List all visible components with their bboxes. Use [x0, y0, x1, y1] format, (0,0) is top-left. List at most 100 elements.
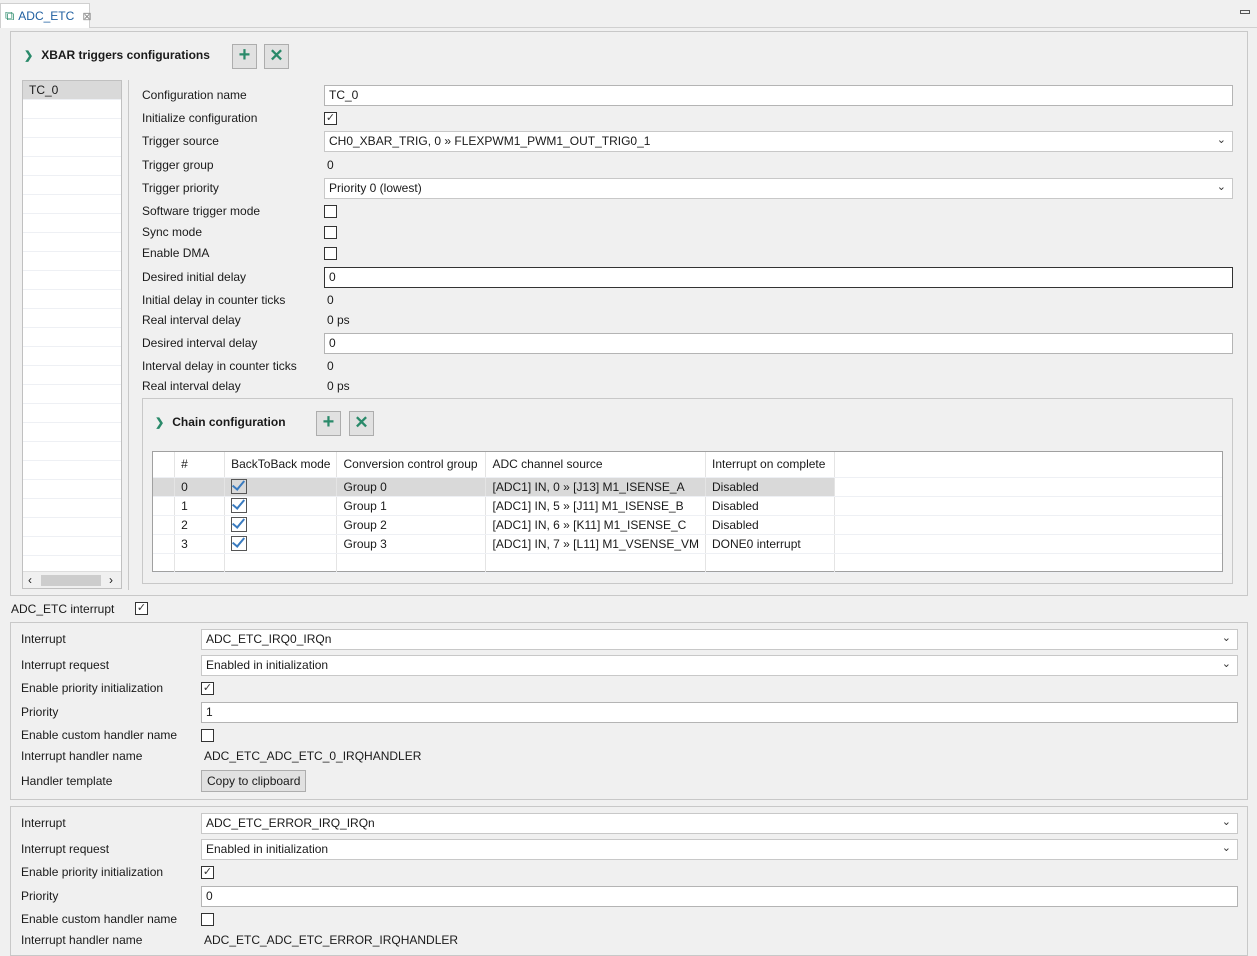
enable-custom-handler-name-checkbox[interactable]	[201, 913, 214, 926]
chevron-down-icon[interactable]: ⌄	[1217, 180, 1226, 195]
source-cell[interactable]: [ADC1] IN, 7 » [L11] M1_VSENSE_VM	[485, 534, 707, 554]
backtoback-checkbox[interactable]	[231, 479, 248, 494]
remove-chain-button[interactable]: ✕	[349, 411, 374, 436]
interrupt-handler-name-value: ADC_ETC_ADC_ETC_0_IRQHANDLER	[204, 749, 422, 763]
interrupt-request-select[interactable]: Enabled in initialization ⌄	[201, 655, 1238, 676]
empty-cell	[153, 553, 176, 573]
backtoback-checkbox[interactable]	[231, 498, 248, 513]
software-trigger-mode-label: Software trigger mode	[142, 204, 261, 218]
interrupt-cell[interactable]: Disabled	[705, 477, 836, 497]
add-trigger-button[interactable]: +	[232, 44, 257, 69]
real-interval-delay-label: Real interval delay	[142, 313, 241, 327]
enable-dma-label: Enable DMA	[142, 246, 210, 260]
column-header[interactable]: Interrupt on complete	[705, 452, 836, 478]
group-cell[interactable]: Group 2	[336, 515, 487, 535]
backtoback-cell[interactable]	[224, 515, 338, 535]
desired-interval-delay-input[interactable]: 0	[324, 333, 1233, 354]
interrupt-request-select[interactable]: Enabled in initialization ⌄	[201, 839, 1238, 860]
initial-delay-in-counter-ticks-value: 0	[327, 293, 334, 307]
group-cell[interactable]: Group 1	[336, 496, 487, 516]
real-interval-delay-value: 0 ps	[327, 313, 350, 327]
chevron-down-icon[interactable]: ⌄	[1222, 657, 1231, 672]
adc-etc-interrupt-checkbox[interactable]: ✓	[135, 602, 148, 615]
trigger-list-item[interactable]: TC_0	[23, 81, 121, 99]
group-cell[interactable]: Group 0	[336, 477, 487, 497]
backtoback-cell[interactable]	[224, 477, 338, 497]
configuration-name-label: Configuration name	[142, 88, 247, 102]
desired-initial-delay-label: Desired initial delay	[142, 270, 247, 284]
chain-table-row[interactable]: 3 Group 3 [ADC1] IN, 7 » [L11] M1_VSENSE_V…	[153, 534, 1222, 554]
xbar-section-title: XBAR triggers configurations	[41, 48, 210, 62]
scroll-left-icon[interactable]: ‹	[28, 573, 32, 587]
chain-table-row[interactable]: 2 Group 2 [ADC1] IN, 6 » [K11] M1_ISENSE_C…	[153, 515, 1222, 535]
tab-title: ADC_ETC	[18, 9, 75, 23]
chevron-down-icon[interactable]: ❯	[155, 416, 164, 429]
group-cell[interactable]: Group 3	[336, 534, 487, 554]
interrupt-cell[interactable]: Disabled	[705, 515, 836, 535]
minimize-icon[interactable]	[1240, 10, 1250, 14]
scroll-right-icon[interactable]: ›	[109, 573, 113, 587]
interrupt-select[interactable]: ADC_ETC_IRQ0_IRQn ⌄	[201, 629, 1238, 650]
initialize-configuration-checkbox[interactable]: ✓	[324, 112, 337, 125]
desired-initial-delay-input[interactable]: 0	[324, 267, 1233, 288]
horizontal-scrollbar[interactable]: ‹ ›	[23, 571, 121, 588]
column-header[interactable]: #	[174, 452, 226, 478]
column-filler	[834, 452, 1222, 478]
tab-adc-etc[interactable]: ⧉ ADC_ETC ⊠	[0, 3, 92, 28]
interrupt-cell[interactable]: DONE0 interrupt	[705, 534, 836, 554]
source-cell[interactable]: [ADC1] IN, 6 » [K11] M1_ISENSE_C	[485, 515, 707, 535]
backtoback-cell[interactable]	[224, 534, 338, 554]
desired-interval-delay-label: Desired interval delay	[142, 336, 258, 350]
interrupt-select[interactable]: ADC_ETC_ERROR_IRQ_IRQn ⌄	[201, 813, 1238, 834]
handler-template-button[interactable]: Copy to clipboard	[201, 770, 307, 792]
interrupt-cell[interactable]: Disabled	[705, 496, 836, 516]
real-interval-delay-label: Real interval delay	[142, 379, 241, 393]
trigger-list[interactable]: TC_0 ‹ ›	[22, 80, 122, 589]
enable-priority-initialization-checkbox[interactable]: ✓	[201, 682, 214, 695]
trigger-source-select[interactable]: CH0_XBAR_TRIG, 0 » FLEXPWM1_PWM1_OUT_TRI…	[324, 131, 1233, 152]
priority-input[interactable]: 0	[201, 886, 1238, 907]
chevron-down-icon[interactable]: ⌄	[1222, 631, 1231, 646]
source-cell[interactable]: [ADC1] IN, 5 » [J11] M1_ISENSE_B	[485, 496, 707, 516]
scrollbar-thumb[interactable]	[41, 575, 101, 586]
add-chain-button[interactable]: +	[316, 411, 341, 436]
column-header[interactable]: ADC channel source	[485, 452, 707, 478]
enable-custom-handler-name-checkbox[interactable]	[201, 729, 214, 742]
backtoback-cell[interactable]	[224, 496, 338, 516]
source-cell[interactable]: [ADC1] IN, 0 » [J13] M1_ISENSE_A	[485, 477, 707, 497]
column-header[interactable]: BackToBack mode	[224, 452, 338, 478]
interrupt-value: ADC_ETC_ERROR_IRQ_IRQn	[206, 816, 375, 830]
chain-table-row[interactable]: 1 Group 1 [ADC1] IN, 5 » [J11] M1_ISENSE_B…	[153, 496, 1222, 516]
column-header[interactable]: Conversion control group	[336, 452, 487, 478]
interrupt-handler-name-value: ADC_ETC_ADC_ETC_ERROR_IRQHANDLER	[204, 933, 459, 947]
backtoback-checkbox[interactable]	[231, 517, 248, 532]
enable-dma-checkbox[interactable]	[324, 247, 337, 260]
chain-table-row[interactable]: 0 Group 0 [ADC1] IN, 0 » [J13] M1_ISENSE_A…	[153, 477, 1222, 497]
priority-label: Priority	[21, 889, 59, 903]
priority-label: Priority	[21, 705, 59, 719]
backtoback-checkbox[interactable]	[231, 536, 248, 551]
trigger-source-label: Trigger source	[142, 134, 219, 148]
remove-trigger-button[interactable]: ✕	[264, 44, 289, 69]
chain-section-header[interactable]: ❯ Chain configuration	[155, 415, 286, 429]
chevron-down-icon[interactable]: ⌄	[1222, 815, 1231, 830]
enable-priority-initialization-checkbox[interactable]: ✓	[201, 866, 214, 879]
divider	[128, 80, 129, 590]
priority-input[interactable]: 1	[201, 702, 1238, 723]
chevron-down-icon[interactable]: ⌄	[1217, 133, 1226, 148]
chevron-down-icon[interactable]: ⌄	[1222, 841, 1231, 856]
configuration-name-input[interactable]: TC_0	[324, 85, 1233, 106]
software-trigger-mode-checkbox[interactable]	[324, 205, 337, 218]
empty-cell	[834, 553, 1222, 573]
interrupt-handler-name-label: Interrupt handler name	[21, 933, 143, 947]
close-tab-icon[interactable]: ⊠	[82, 10, 91, 23]
xbar-section-header[interactable]: ❯ XBAR triggers configurations	[24, 48, 210, 62]
trigger-source-value: CH0_XBAR_TRIG, 0 » FLEXPWM1_PWM1_OUT_TRI…	[329, 134, 651, 148]
chevron-down-icon[interactable]: ❯	[24, 49, 33, 62]
row-header-cell	[153, 452, 176, 478]
trigger-priority-select[interactable]: Priority 0 (lowest) ⌄	[324, 178, 1233, 199]
sync-mode-checkbox[interactable]	[324, 226, 337, 239]
filler-cell	[834, 515, 1222, 535]
sync-mode-label: Sync mode	[142, 225, 203, 239]
interrupt-label: Interrupt	[21, 632, 66, 646]
